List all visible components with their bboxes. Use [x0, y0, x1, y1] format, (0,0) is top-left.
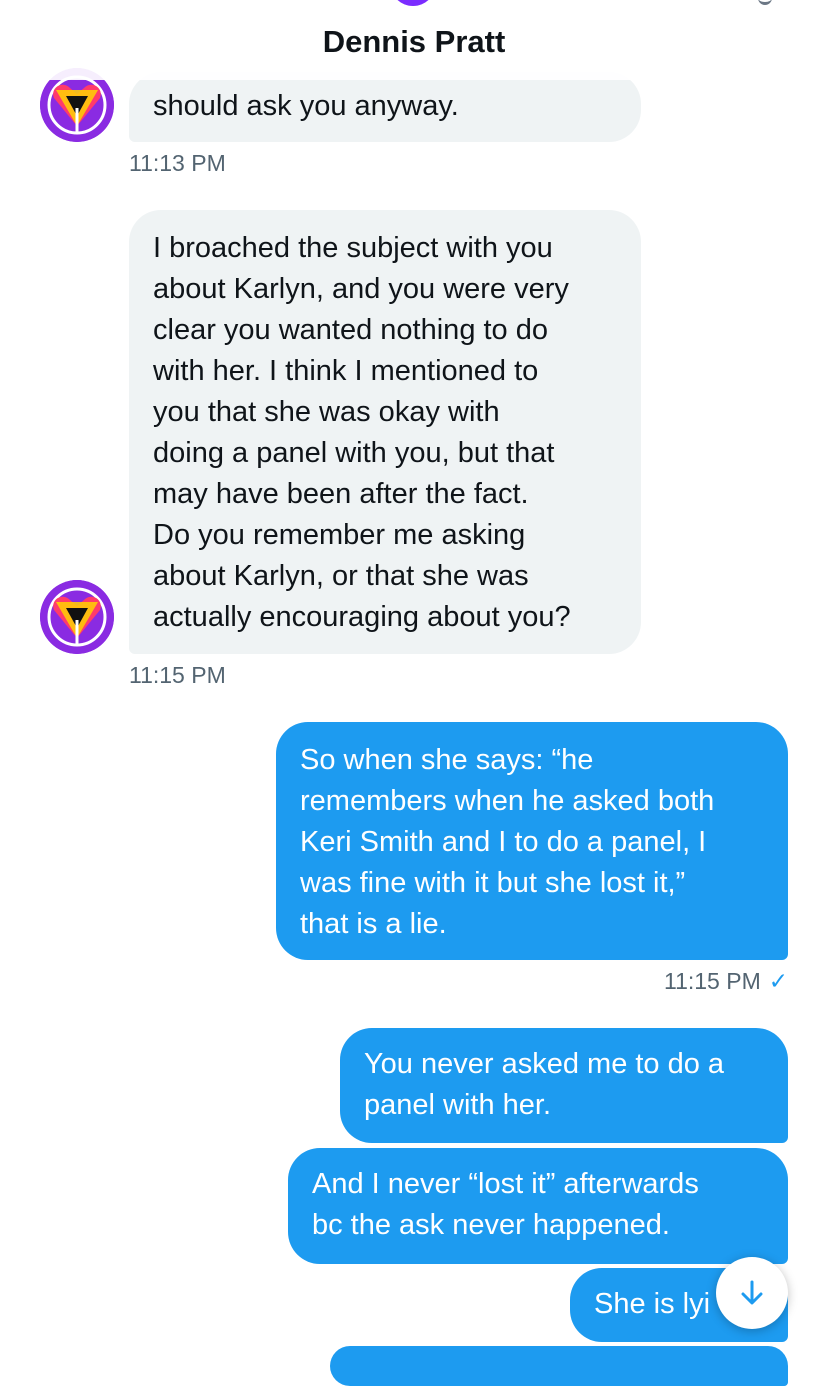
info-icon[interactable] [758, 0, 772, 5]
message-text: And I never “lost it” afterwards [312, 1168, 699, 1200]
sender-avatar[interactable] [40, 580, 114, 654]
message-bubble-outgoing[interactable] [330, 1346, 788, 1386]
message-text: panel with her. [364, 1089, 552, 1121]
conversation-title[interactable]: Dennis Pratt [0, 24, 828, 60]
scroll-to-bottom-button[interactable] [716, 1257, 788, 1329]
message-timestamp-row: 11:15 PM ✓ [664, 968, 788, 995]
message-bubble-outgoing[interactable]: So when she says: “he remembers when he … [276, 722, 788, 960]
message-text: about Karlyn, or that she was [153, 560, 529, 592]
message-bubble-outgoing[interactable]: You never asked me to do a panel with he… [340, 1028, 788, 1143]
message-text: Keri Smith and I to do a panel, I [300, 826, 707, 858]
message-text: about Karlyn, and you were very [153, 273, 569, 305]
message-text: bc the ask never happened. [312, 1209, 670, 1241]
header-avatar[interactable] [390, 0, 436, 6]
message-text: Do you remember me asking [153, 519, 526, 551]
conversation-header: Dennis Pratt [0, 0, 828, 80]
arrow-down-icon [741, 1280, 763, 1305]
message-text: you that she was okay with [153, 396, 500, 428]
message-text: You never asked me to do a [364, 1048, 725, 1080]
message-text: doing a panel with you, but that [153, 437, 555, 469]
message-text: clear you wanted nothing to do [153, 314, 548, 346]
message-text: should ask you anyway. [153, 90, 459, 122]
message-text: I broached the subject with you [153, 232, 553, 264]
message-timestamp: 11:15 PM [129, 662, 226, 688]
message-timestamp: 11:13 PM [129, 150, 226, 176]
message-text: actually encouraging about you? [153, 601, 571, 633]
message-text: with her. I think I mentioned to [153, 355, 539, 387]
message-bubble-outgoing[interactable]: And I never “lost it” afterwards bc the … [288, 1148, 788, 1264]
message-timestamp: 11:15 PM [664, 968, 761, 994]
message-text: remembers when he asked both [300, 785, 715, 817]
heart-triangle-avatar-icon [40, 580, 114, 654]
message-text: may have been after the fact. [153, 478, 529, 510]
message-bubble-incoming[interactable]: I broached the subject with you about Ka… [129, 210, 641, 654]
message-text: So when she says: “he [300, 744, 594, 776]
message-text: that is a lie. [300, 908, 447, 940]
read-check-icon: ✓ [768, 968, 789, 994]
message-bubble-incoming[interactable]: should ask you anyway. [129, 72, 641, 142]
message-text: was fine with it but she lost it,” [300, 867, 686, 899]
